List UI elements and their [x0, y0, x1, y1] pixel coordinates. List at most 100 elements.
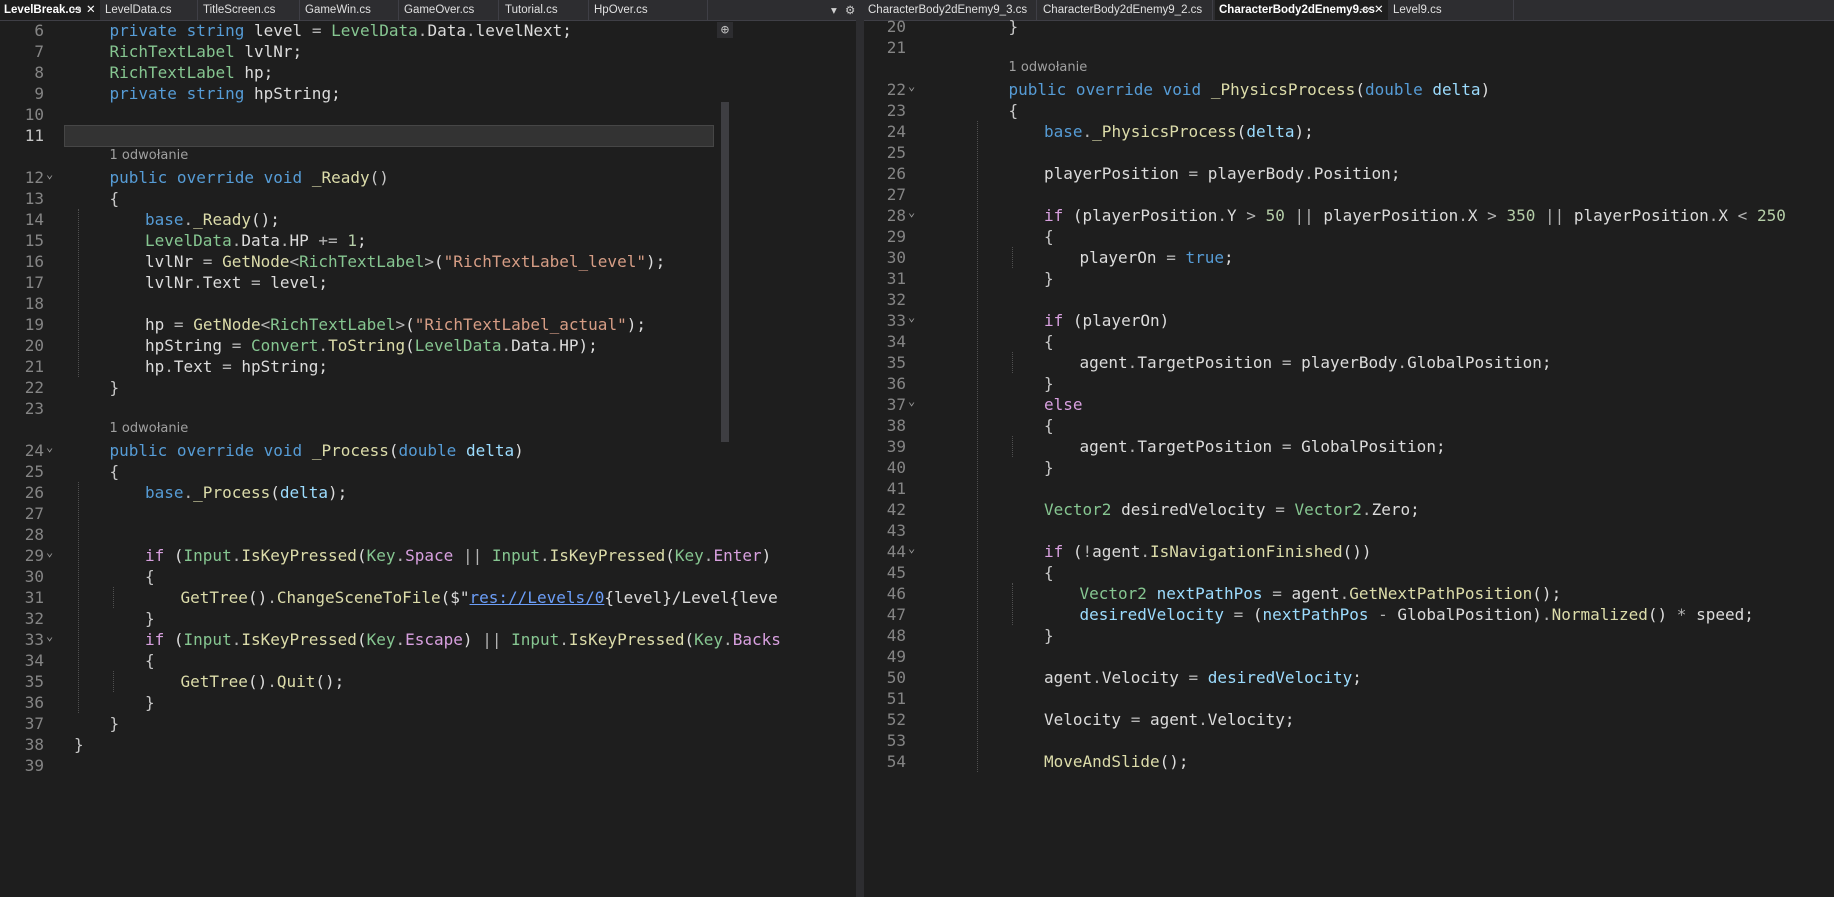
- tab[interactable]: GameOver.cs: [400, 0, 499, 20]
- code-line[interactable]: 33 ⌄ if (Input.IsKeyPressed(Key.Escape) ||…: [0, 629, 862, 650]
- tab-active[interactable]: LevelBreak.cs ⊸ ✕: [0, 0, 100, 20]
- code-line[interactable]: 21: [864, 37, 1834, 58]
- line-number: 51: [886, 689, 906, 708]
- code-line[interactable]: 36}: [864, 373, 1834, 394]
- code-line[interactable]: 26 base._Process(delta);: [0, 482, 862, 503]
- code-line[interactable]: 28 ⌄ if (playerPosition.Y > 50 || playerPo…: [864, 205, 1834, 226]
- code-line[interactable]: 39 agent.TargetPosition = GlobalPosition;: [864, 436, 1834, 457]
- code-line[interactable]: 28: [0, 524, 862, 545]
- code-line[interactable]: 41: [864, 478, 1834, 499]
- code-line[interactable]: 32}: [0, 608, 862, 629]
- code-line[interactable]: 39: [0, 755, 862, 776]
- code-line[interactable]: 36}: [0, 692, 862, 713]
- fold-chevron-icon[interactable]: ⌄: [908, 391, 915, 412]
- code-line[interactable]: 31}: [864, 268, 1834, 289]
- code-line[interactable]: 30 playerOn = true;: [864, 247, 1834, 268]
- code-line[interactable]: 45 {: [864, 562, 1834, 583]
- code-line[interactable]: 15 LevelData.Data.HP += 1;: [0, 230, 862, 251]
- fold-chevron-icon[interactable]: ⌄: [908, 76, 915, 97]
- code-line[interactable]: 23 {: [864, 100, 1834, 121]
- fold-chevron-icon[interactable]: ⌄: [46, 542, 53, 563]
- code-line[interactable]: 18: [0, 293, 862, 314]
- code-lens-references[interactable]: 1 odwołanie: [110, 146, 189, 166]
- code-line[interactable]: 53: [864, 730, 1834, 751]
- code-line[interactable]: 35 agent.TargetPosition = playerBody.Glob…: [864, 352, 1834, 373]
- code-line[interactable]: 17 lvlNr.Text = level;: [0, 272, 862, 293]
- code-line[interactable]: 16 lvlNr = GetNode<RichTextLabel>("RichTe…: [0, 251, 862, 272]
- code-token: .: [1198, 710, 1208, 729]
- fold-chevron-icon[interactable]: ⌄: [908, 307, 915, 328]
- split-window-icon[interactable]: ⊕: [717, 22, 733, 38]
- fold-chevron-icon[interactable]: ⌄: [908, 202, 915, 223]
- code-line[interactable]: 7 RichTextLabel lvlNr;: [0, 41, 862, 62]
- code-line[interactable]: 29 {: [864, 226, 1834, 247]
- code-line[interactable]: 25: [864, 142, 1834, 163]
- code-lens-references[interactable]: 1 odwołanie: [1009, 58, 1088, 78]
- code-line[interactable]: 30 {: [0, 566, 862, 587]
- code-line[interactable]: 34 {: [0, 650, 862, 671]
- code-line[interactable]: 22}: [0, 377, 862, 398]
- tab[interactable]: TitleScreen.cs: [199, 0, 300, 20]
- tab[interactable]: LevelData.cs: [101, 0, 198, 20]
- code-line[interactable]: 10: [0, 104, 862, 125]
- code-line[interactable]: 43: [864, 520, 1834, 541]
- code-text: if (Input.IsKeyPressed(Key.Escape) || In…: [145, 629, 781, 650]
- code-line[interactable]: 24 ⌄ public override void _Process(double …: [0, 440, 862, 461]
- code-line[interactable]: 35 GetTree().Quit();: [0, 671, 862, 692]
- code-line[interactable]: 29 ⌄ if (Input.IsKeyPressed(Key.Space || I…: [0, 545, 862, 566]
- code-line[interactable]: 40}: [864, 457, 1834, 478]
- code-line[interactable]: 34 {: [864, 331, 1834, 352]
- right-editor-pane[interactable]: CharacterBody2dEnemy9_3.cs CharacterBody2…: [864, 0, 1834, 897]
- code-line[interactable]: 12 ⌄ public override void _Ready(): [0, 167, 862, 188]
- code-line[interactable]: 22 ⌄ public override void _PhysicsProcess(…: [864, 79, 1834, 100]
- pin-icon[interactable]: ⊸: [72, 0, 82, 20]
- code-line[interactable]: 27: [0, 503, 862, 524]
- code-line[interactable]: 25 {: [0, 461, 862, 482]
- code-line[interactable]: 31 GetTree().ChangeSceneToFile($"res://Le…: [0, 587, 862, 608]
- code-line[interactable]: 50 agent.Velocity = desiredVelocity;: [864, 667, 1834, 688]
- tab[interactable]: GameWin.cs: [301, 0, 399, 20]
- code-line[interactable]: 19 hp = GetNode<RichTextLabel>("RichTextL…: [0, 314, 862, 335]
- code-line[interactable]: 54 MoveAndSlide();: [864, 751, 1834, 772]
- code-line[interactable]: 11: [0, 125, 862, 146]
- left-editor-pane[interactable]: LevelBreak.cs ⊸ ✕ LevelData.cs TitleScreen.c…: [0, 0, 862, 897]
- code-line[interactable]: 37 ⌄ else: [864, 394, 1834, 415]
- code-line[interactable]: 9 private string hpString;: [0, 83, 862, 104]
- code-lens-references[interactable]: 1 odwołanie: [110, 419, 189, 439]
- code-line[interactable]: 20}: [864, 16, 1834, 37]
- close-icon[interactable]: ✕: [86, 0, 96, 20]
- code-line[interactable]: 38 {: [864, 415, 1834, 436]
- code-line[interactable]: 33 ⌄ if (playerOn): [864, 310, 1834, 331]
- tab[interactable]: Tutorial.cs: [501, 0, 589, 20]
- code-line[interactable]: 48}: [864, 625, 1834, 646]
- code-line[interactable]: 42 Vector2 desiredVelocity = Vector2.Zero…: [864, 499, 1834, 520]
- code-line[interactable]: 26 playerPosition = playerBody.Position;: [864, 163, 1834, 184]
- fold-chevron-icon[interactable]: ⌄: [46, 626, 53, 647]
- code-line[interactable]: 49: [864, 646, 1834, 667]
- code-line[interactable]: 51: [864, 688, 1834, 709]
- code-line[interactable]: 44 ⌄ if (!agent.IsNavigationFinished()): [864, 541, 1834, 562]
- code-line[interactable]: 8 RichTextLabel hp;: [0, 62, 862, 83]
- fold-chevron-icon[interactable]: ⌄: [46, 164, 53, 185]
- code-line[interactable]: 13 {: [0, 188, 862, 209]
- code-line[interactable]: 52 Velocity = agent.Velocity;: [864, 709, 1834, 730]
- code-line[interactable]: 23: [0, 398, 862, 419]
- code-line[interactable]: 14 base._Ready();: [0, 209, 862, 230]
- fold-chevron-icon[interactable]: ⌄: [908, 538, 915, 559]
- pane-splitter[interactable]: [856, 0, 864, 897]
- code-line[interactable]: 47 desiredVelocity = (nextPathPos - Globa…: [864, 604, 1834, 625]
- code-line[interactable]: 32: [864, 289, 1834, 310]
- code-line[interactable]: 27: [864, 184, 1834, 205]
- code-line[interactable]: 20 hpString = Convert.ToString(LevelData.…: [0, 335, 862, 356]
- code-line[interactable]: 37}: [0, 713, 862, 734]
- code-line[interactable]: 38}: [0, 734, 862, 755]
- code-line[interactable]: 24 base._PhysicsProcess(delta);: [864, 121, 1834, 142]
- code-token: GetTree: [180, 672, 248, 691]
- tab[interactable]: HpOver.cs: [590, 0, 708, 20]
- code-line[interactable]: 21 hp.Text = hpString;: [0, 356, 862, 377]
- left-scrollbar[interactable]: [721, 102, 729, 442]
- fold-chevron-icon[interactable]: ⌄: [46, 437, 53, 458]
- gear-icon[interactable]: ⚙: [845, 0, 855, 20]
- dropdown-icon[interactable]: ▾: [831, 0, 837, 20]
- code-line[interactable]: 46 Vector2 nextPathPos = agent.GetNextPat…: [864, 583, 1834, 604]
